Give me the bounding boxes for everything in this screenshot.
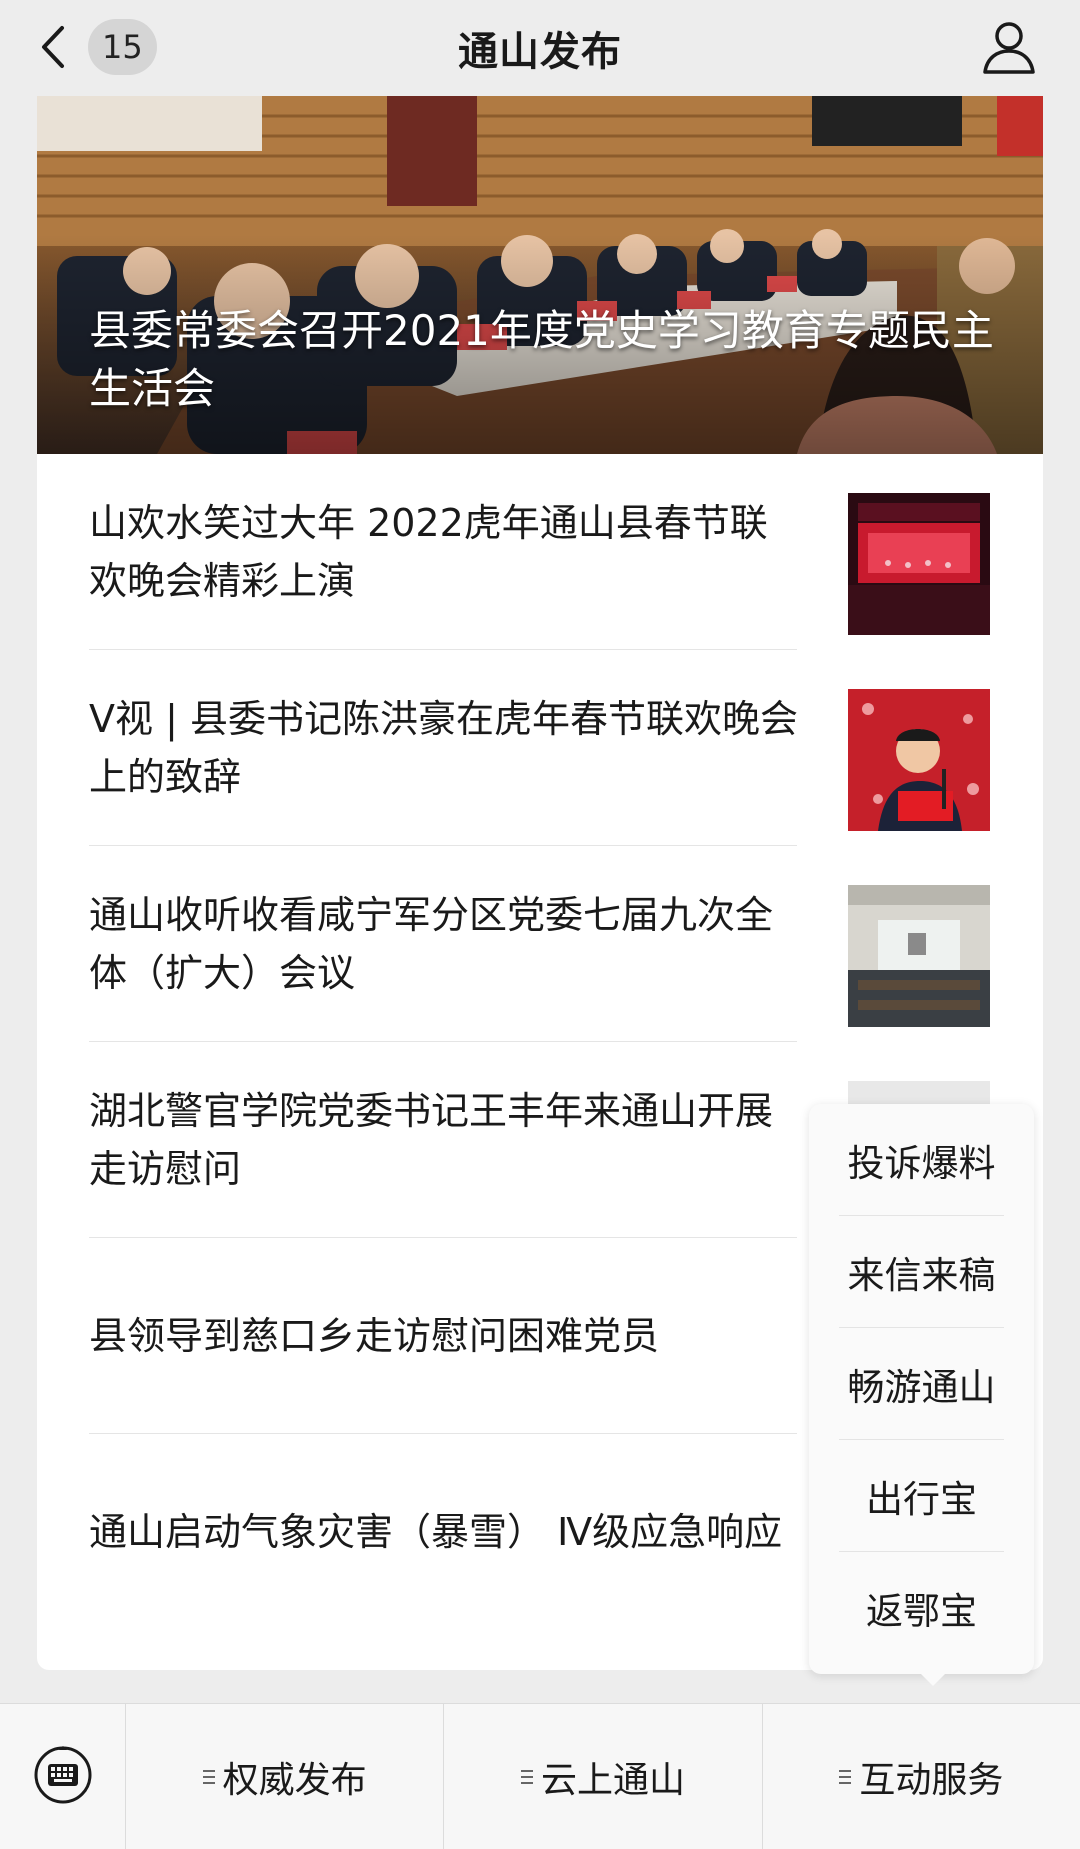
menu-cloud-tongshan[interactable]: 云上通山 — [444, 1704, 763, 1849]
hero-title: 县委常委会召开2021年度党史学习教育专题民主生活会 — [89, 306, 994, 413]
hamburger-icon — [520, 1770, 533, 1784]
person-icon — [978, 22, 1040, 82]
article-title: 山欢水笑过大年 2022虎年通山县春节联欢晚会精彩上演 — [89, 501, 768, 603]
article-item[interactable]: 山欢水笑过大年 2022虎年通山县春节联欢晚会精彩上演 — [37, 454, 1043, 650]
back-button[interactable]: 15 — [38, 18, 157, 76]
menu-label: 互动服务 — [859, 1760, 1004, 1801]
submenu-item-return[interactable]: 返鄂宝 — [809, 1552, 1034, 1664]
submenu-pointer — [919, 1672, 947, 1686]
menu-label: 权威发布 — [222, 1760, 367, 1801]
article-title: 湖北警官学院党委书记王丰年来通山开展走访慰问 — [89, 1089, 774, 1191]
hamburger-icon — [839, 1770, 852, 1784]
keyboard-toggle-button[interactable] — [0, 1704, 126, 1849]
top-nav-bar: 15 通山发布 — [0, 0, 1080, 96]
keyboard-icon — [32, 1744, 94, 1810]
profile-button[interactable] — [978, 16, 1040, 78]
bottom-menu-bar: 权威发布 云上通山 互动服务 — [0, 1703, 1080, 1849]
hero-article[interactable]: 县委常委会召开2021年度党史学习教育专题民主生活会 — [37, 96, 1043, 454]
page-title: 通山发布 — [458, 29, 622, 75]
article-item[interactable]: V视 | 县委书记陈洪豪在虎年春节联欢晚会上的致辞 — [37, 650, 1043, 846]
article-title: V视 | 县委书记陈洪豪在虎年春节联欢晚会上的致辞 — [89, 697, 798, 799]
hamburger-icon — [202, 1770, 215, 1784]
article-title: 通山启动气象灾害（暴雪） Ⅳ级应急响应 — [89, 1510, 783, 1554]
interactive-service-submenu: 投诉爆料 来信来稿 畅游通山 出行宝 返鄂宝 — [809, 1104, 1034, 1674]
article-title: 县领导到慈口乡走访慰问困难党员 — [89, 1314, 660, 1358]
chevron-left-icon — [38, 18, 78, 76]
submenu-item-submission[interactable]: 来信来稿 — [809, 1216, 1034, 1328]
unread-count-badge: 15 — [88, 19, 157, 75]
submenu-item-tour[interactable]: 畅游通山 — [809, 1328, 1034, 1440]
article-thumbnail — [848, 885, 990, 1027]
menu-label: 云上通山 — [540, 1760, 685, 1801]
submenu-item-travel[interactable]: 出行宝 — [809, 1440, 1034, 1552]
article-thumbnail — [848, 493, 990, 635]
menu-interactive-service[interactable]: 互动服务 — [763, 1704, 1080, 1849]
article-title: 通山收听收看咸宁军分区党委七届九次全体（扩大）会议 — [89, 893, 774, 995]
menu-authoritative-release[interactable]: 权威发布 — [126, 1704, 445, 1849]
submenu-item-report[interactable]: 投诉爆料 — [809, 1104, 1034, 1216]
article-thumbnail — [848, 689, 990, 831]
article-item[interactable]: 通山收听收看咸宁军分区党委七届九次全体（扩大）会议 — [37, 846, 1043, 1042]
